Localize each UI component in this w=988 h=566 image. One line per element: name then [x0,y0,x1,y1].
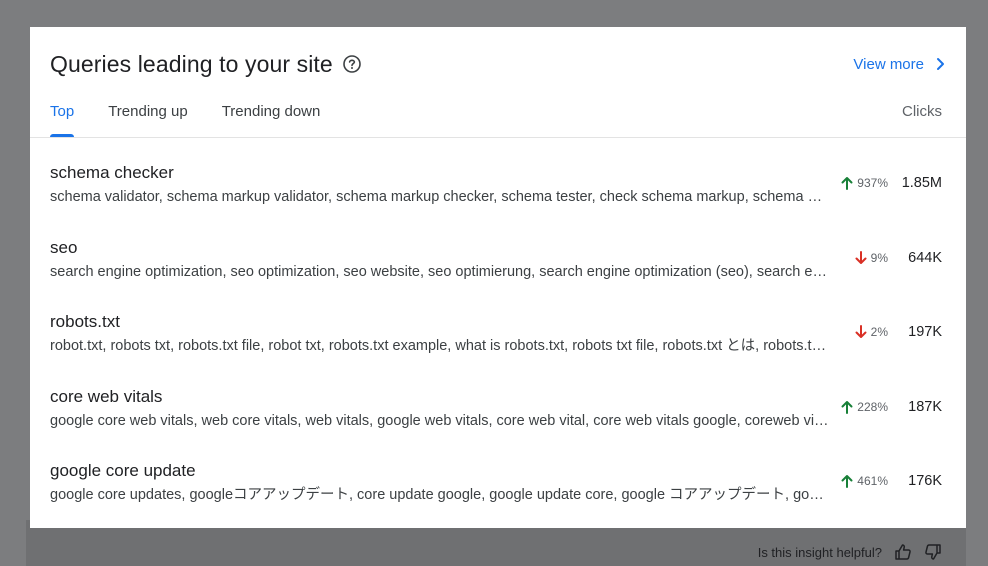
related-queries: google core updates, googleコアアップデート, cor… [50,487,830,503]
query-list: schema checker schema validator, schema … [30,138,966,511]
change-percent: 461% [857,474,888,488]
feedback-bar: Is this insight helpful? [758,541,942,563]
change-indicator: 2% [855,323,888,341]
related-queries: robot.txt, robots txt, robots.txt file, … [50,338,830,354]
thumbs-up-icon[interactable] [894,543,912,561]
query-text: core web vitals [50,386,163,406]
clicks-value: 644K [908,249,942,266]
change-percent: 937% [857,176,888,190]
card-header: Queries leading to your site View more [50,49,946,79]
arrow-up-icon [841,177,853,190]
query-text: seo [50,237,78,257]
change-percent: 9% [870,250,888,265]
clicks-column-header: Clicks [902,103,942,120]
clicks-value: 197K [908,324,942,340]
arrow-up-icon [841,475,853,488]
feedback-prompt: Is this insight helpful? [757,544,882,560]
query-row[interactable]: schema checker schema validator, schema … [30,138,966,213]
change-indicator: 9% [855,249,888,267]
queries-card: Queries leading to your site View more T… [30,27,966,528]
related-queries: search engine optimization, seo optimiza… [50,263,830,280]
tab-top[interactable]: Top [50,101,75,137]
change-percent: 228% [857,399,888,414]
change-indicator: 937% [841,174,888,192]
arrow-up-icon [841,400,853,414]
thumbs-down-icon[interactable] [924,543,942,561]
tab-trending-down[interactable]: Trending down [222,101,321,137]
clicks-value: 187K [908,398,942,415]
view-more-label: View more [853,55,924,73]
clicks-value: 176K [908,473,942,489]
query-text: google core update [50,461,196,480]
query-row[interactable]: core web vitals google core web vitals, … [30,362,966,437]
help-circle-icon[interactable] [342,54,362,74]
tab-trending-up[interactable]: Trending up [108,101,188,137]
query-row[interactable]: seo search engine optimization, seo opti… [30,213,966,288]
query-text: schema checker [50,163,174,182]
tab-bar: Top Trending up Trending down [50,101,354,137]
related-queries: schema validator, schema markup validato… [50,189,830,205]
change-indicator: 461% [841,472,888,490]
query-row[interactable]: robots.txt robot.txt, robots txt, robots… [30,287,966,362]
query-text: robots.txt [50,312,120,331]
arrow-down-icon [855,250,867,264]
query-row[interactable]: google core update google core updates, … [30,436,966,511]
change-indicator: 228% [841,398,888,416]
clicks-value: 1.85M [901,175,942,191]
chevron-right-icon [937,58,944,70]
view-more-link[interactable]: View more [853,53,946,75]
related-queries: google core web vitals, web core vitals,… [50,412,830,429]
arrow-down-icon [855,325,867,338]
card-title: Queries leading to your site [50,51,333,77]
change-percent: 2% [870,325,888,339]
